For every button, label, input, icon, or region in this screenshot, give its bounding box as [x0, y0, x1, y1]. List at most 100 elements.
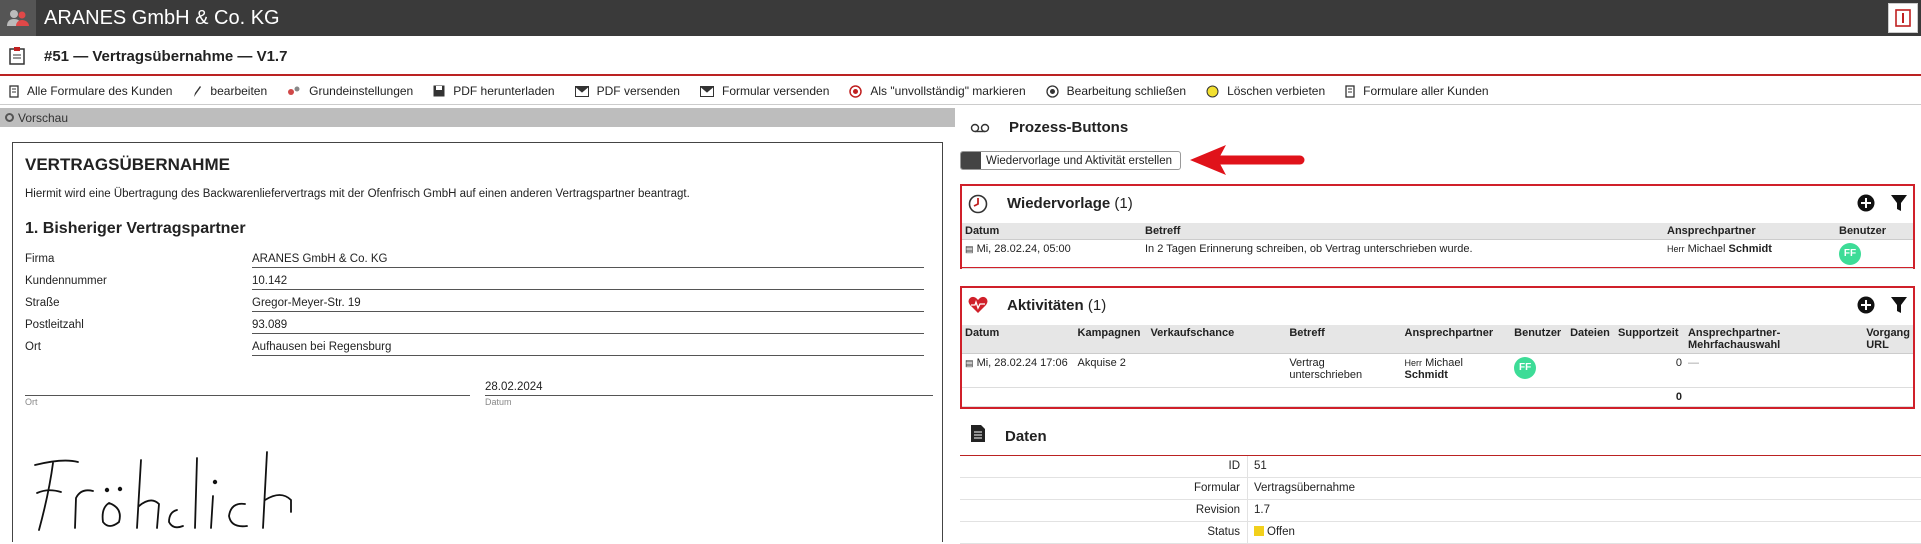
column-header[interactable]: Datum	[962, 223, 1142, 240]
field-value: 10.142	[252, 275, 924, 290]
column-header[interactable]: Kampagnen	[1074, 325, 1148, 354]
filter-icon[interactable]	[1891, 296, 1907, 319]
yellow-circle-icon	[1206, 85, 1219, 97]
close-editing-button[interactable]: Bearbeitung schließen	[1045, 84, 1186, 98]
column-header[interactable]: Ansprechpartner-Mehrfachauswahl	[1684, 325, 1864, 354]
create-followup-activity-button[interactable]: Wiedervorlage und Aktivität erstellen	[960, 151, 1182, 170]
toggle-switch[interactable]	[961, 152, 981, 169]
send-form-button[interactable]: Formular versenden	[699, 84, 830, 98]
send-pdf-button[interactable]: PDF versenden	[574, 84, 680, 98]
users-icon[interactable]	[0, 0, 36, 36]
toolbar-label: Formular versenden	[721, 84, 830, 98]
daten-title: Daten	[1005, 428, 1047, 445]
url-cell	[1863, 353, 1913, 388]
subject-cell: In 2 Tagen Erinnerung schreiben, ob Vert…	[1142, 239, 1664, 269]
app-header: ARANES GmbH & Co. KG	[0, 0, 1921, 36]
document-heading: VERTRAGSÜBERNAHME	[25, 155, 230, 174]
preview-pane: Vorschau VERTRAGSÜBERNAHME Hiermit wird …	[0, 108, 955, 543]
filter-icon[interactable]	[1891, 194, 1907, 217]
all-forms-of-customer-button[interactable]: Alle Formulare des Kunden	[9, 84, 172, 98]
target-icon	[849, 84, 863, 98]
gear-icon	[5, 113, 14, 122]
table-row[interactable]: ▤ Mi, 28.02.24, 05:00 In 2 Tagen Erinner…	[962, 239, 1913, 269]
radio-icon	[1045, 84, 1059, 98]
add-icon[interactable]	[1857, 194, 1875, 217]
wiedervorlage-panel: Wiedervorlage (1) Datum Betreff Ansprech…	[960, 184, 1915, 269]
toolbar-label: Löschen verbieten	[1227, 84, 1326, 98]
form-title-bar: #51 — Vertragsübernahme — V1.7	[0, 36, 1921, 76]
contact-cell[interactable]: Herr Michael Schmidt	[1401, 353, 1512, 388]
clock-icon	[968, 194, 988, 219]
forbid-delete-button[interactable]: Löschen verbieten	[1206, 84, 1325, 98]
document-icon	[1345, 84, 1355, 98]
mark-incomplete-button[interactable]: Als "unvollständig" markieren	[849, 84, 1026, 98]
process-buttons-title: Prozess-Buttons	[1009, 119, 1129, 136]
column-header[interactable]: Verkaufschance	[1147, 325, 1287, 354]
status-badge: Offen	[1267, 526, 1295, 538]
column-header[interactable]: Benutzer	[1836, 223, 1913, 240]
date-value: Mi, 28.02.24, 05:00	[976, 243, 1071, 255]
preview-label: Vorschau	[18, 111, 69, 125]
divider	[1247, 522, 1248, 543]
total-spacer	[1684, 387, 1913, 407]
heartbeat-icon	[968, 296, 988, 319]
side-panel: Prozess-Buttons Wiedervorlage und Aktivi…	[960, 108, 1921, 544]
envelope-icon	[574, 85, 589, 97]
contact-cell[interactable]: Herr Michael Schmidt	[1664, 239, 1836, 269]
field-label: Kundennummer	[25, 275, 107, 287]
field-label: Ort	[25, 341, 41, 353]
pencil-icon	[194, 85, 202, 97]
status-square-icon	[1254, 526, 1264, 536]
column-header[interactable]: Dateien	[1567, 325, 1616, 354]
signature-place-line	[25, 395, 470, 396]
column-header[interactable]: Ansprechpartner	[1664, 223, 1836, 240]
table-header-row: Datum Kampagnen Verkaufschance Betreff A…	[962, 325, 1913, 354]
data-value: 51	[1254, 460, 1267, 472]
clipboard-icon	[9, 46, 25, 70]
column-header[interactable]: Betreff	[1142, 223, 1664, 240]
edit-button[interactable]: bearbeiten	[192, 84, 267, 98]
files-cell	[1567, 353, 1616, 388]
field-value: Gregor-Meyer-Str. 19	[252, 297, 924, 312]
aktivitaeten-table: Datum Kampagnen Verkaufschance Betreff A…	[962, 325, 1913, 407]
voicemail-icon	[970, 120, 990, 138]
data-value: 1.7	[1254, 504, 1270, 516]
signature-date-line	[485, 395, 933, 396]
column-header[interactable]: Benutzer	[1511, 325, 1568, 354]
red-arrow-annotation	[1190, 145, 1305, 175]
field-ort: Ort Aufhausen bei Regensburg	[25, 339, 932, 361]
preview-header: Vorschau	[0, 108, 955, 127]
column-header[interactable]: Betreff	[1286, 325, 1402, 354]
avatar[interactable]: FF	[1514, 357, 1537, 379]
table-row[interactable]: ▤ Mi, 28.02.24 17:06 Akquise 2 Vertrag u…	[962, 353, 1913, 388]
signature-date-label: Datum	[485, 397, 512, 407]
field-kundennummer: Kundennummer 10.142	[25, 273, 932, 295]
divider	[1247, 456, 1248, 477]
toolbar-label: Als "unvollständig" markieren	[870, 84, 1026, 98]
field-value: ARANES GmbH & Co. KG	[252, 253, 924, 268]
field-label: Firma	[25, 253, 55, 265]
book-icon[interactable]	[1888, 3, 1918, 33]
toolbar-label: Alle Formulare des Kunden	[27, 84, 173, 98]
column-header[interactable]: Supportzeit	[1615, 325, 1685, 354]
column-header[interactable]: Datum	[962, 325, 1075, 354]
toolbar-label: PDF versenden	[596, 84, 680, 98]
last-name: Schmidt	[1404, 369, 1448, 381]
document-icon: ▤	[965, 358, 974, 368]
settings-button[interactable]: Grundeinstellungen	[287, 84, 413, 98]
download-pdf-button[interactable]: PDF herunterladen	[433, 84, 555, 98]
all-customers-forms-button[interactable]: Formulare aller Kunden	[1345, 84, 1489, 98]
page-title: #51 — Vertragsübernahme — V1.7	[44, 48, 288, 65]
wiedervorlage-count: (1)	[1114, 195, 1133, 212]
column-header[interactable]: Ansprechpartner	[1401, 325, 1512, 354]
first-name: Michael	[1687, 243, 1726, 255]
column-header[interactable]: Vorgang URL	[1863, 325, 1913, 354]
aktivitaeten-panel: Aktivitäten (1) Datum Kampagnen Verkaufs…	[960, 286, 1915, 409]
user-cell: FF	[1511, 353, 1568, 388]
section-heading: 1. Bisheriger Vertragspartner	[25, 220, 246, 237]
aktivitaeten-title: Aktivitäten (1)	[1007, 297, 1106, 314]
avatar[interactable]: FF	[1839, 243, 1861, 265]
document-preview: VERTRAGSÜBERNAHME Hiermit wird eine Über…	[12, 142, 943, 542]
add-icon[interactable]	[1857, 296, 1875, 319]
app-title: ARANES GmbH & Co. KG	[44, 7, 280, 29]
